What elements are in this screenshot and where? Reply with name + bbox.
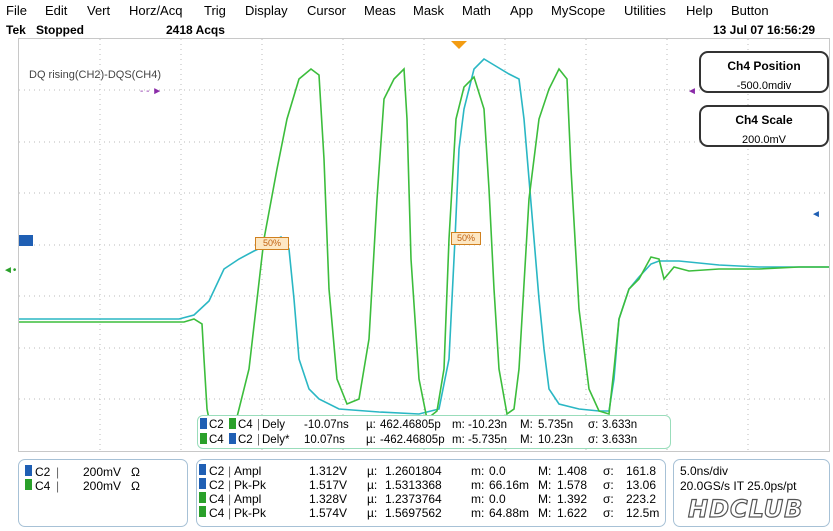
ch4-position-title: Ch4 Position	[727, 59, 801, 73]
graticule	[19, 39, 829, 451]
channel-swatch	[199, 464, 206, 475]
ch2-reference-arrow: - - ►	[140, 86, 163, 97]
ch2-level-arrow: ◄	[811, 209, 821, 220]
menu-button[interactable]: Button	[731, 3, 769, 18]
menu-myscope[interactable]: MyScope	[551, 3, 605, 18]
date-time: 13 Jul 07 16:56:29	[713, 23, 816, 37]
acq-count: 2418 Acqs	[166, 23, 225, 37]
watermark-logo: HDCLUB	[687, 494, 804, 523]
menu-math[interactable]: Math	[462, 3, 491, 18]
channel-swatch	[229, 433, 236, 444]
channel-swatch	[199, 506, 206, 517]
channel-settings-box[interactable]: C2 | 200mV Ω C4 | 200mV Ω	[18, 459, 188, 527]
ref-level-marker-left: 50%	[255, 237, 289, 250]
menu-app[interactable]: App	[510, 3, 533, 18]
menu-vert[interactable]: Vert	[87, 3, 110, 18]
trigger-position-marker[interactable]	[451, 41, 467, 49]
ch4-scale-title: Ch4 Scale	[735, 113, 793, 127]
sample-rate: 20.0GS/s IT 25.0ps/pt	[680, 479, 797, 493]
status-bar: Tek Stopped 2418 Acqs 13 Jul 07 16:56:29	[0, 22, 833, 38]
brand-label: Tek	[6, 23, 26, 37]
menu-display[interactable]: Display	[245, 3, 288, 18]
channel-swatch	[229, 418, 236, 429]
ref-level-marker-right: 50%	[451, 232, 481, 245]
channel-swatch	[200, 433, 207, 444]
waveform-label: DQ rising(CH2)-DQS(CH4)	[29, 69, 162, 81]
channel-swatch	[25, 465, 32, 476]
channel-swatch	[25, 479, 32, 490]
acq-state: Stopped	[36, 23, 84, 37]
menu-cursor[interactable]: Cursor	[307, 3, 346, 18]
waveform-display[interactable]: DQ rising(CH2)-DQS(CH4) - - ► ◄ ◄ ◄• 50%…	[3, 38, 830, 452]
menu-meas[interactable]: Meas	[364, 3, 396, 18]
delay-measurement-box: C2 C4 | Dely -10.07ns µ: 462.46805p m: -…	[197, 415, 671, 449]
menu-mask[interactable]: Mask	[413, 3, 444, 18]
ch4-position-value: -500.0mdiv	[736, 80, 792, 92]
menu-trig[interactable]: Trig	[204, 3, 226, 18]
menu-edit[interactable]: Edit	[45, 3, 67, 18]
ch4-level-arrow: ◄•	[3, 265, 17, 276]
ch4-position-panel[interactable]: Ch4 Position -500.0mdiv	[699, 51, 829, 93]
channel-swatch	[199, 492, 206, 503]
channel-swatch	[199, 478, 206, 489]
menu-help[interactable]: Help	[686, 3, 713, 18]
menu-utilities[interactable]: Utilities	[624, 3, 666, 18]
timebase-div: 5.0ns/div	[680, 464, 729, 478]
menu-bar: File Edit Vert Horz/Acq Trig Display Cur…	[0, 0, 833, 22]
menu-horz-acq[interactable]: Horz/Acq	[129, 3, 182, 18]
measurement-results-box[interactable]: C2 | Ampl 1.312V µ: 1.2601804 m: 0.0 M: …	[196, 459, 666, 527]
ch4-reference-arrow: ◄	[687, 86, 697, 97]
channel-swatch	[200, 418, 207, 429]
ch4-scale-value: 200.0mV	[741, 134, 787, 146]
menu-file[interactable]: File	[6, 3, 27, 18]
ch4-scale-panel[interactable]: Ch4 Scale 200.0mV	[699, 105, 829, 147]
